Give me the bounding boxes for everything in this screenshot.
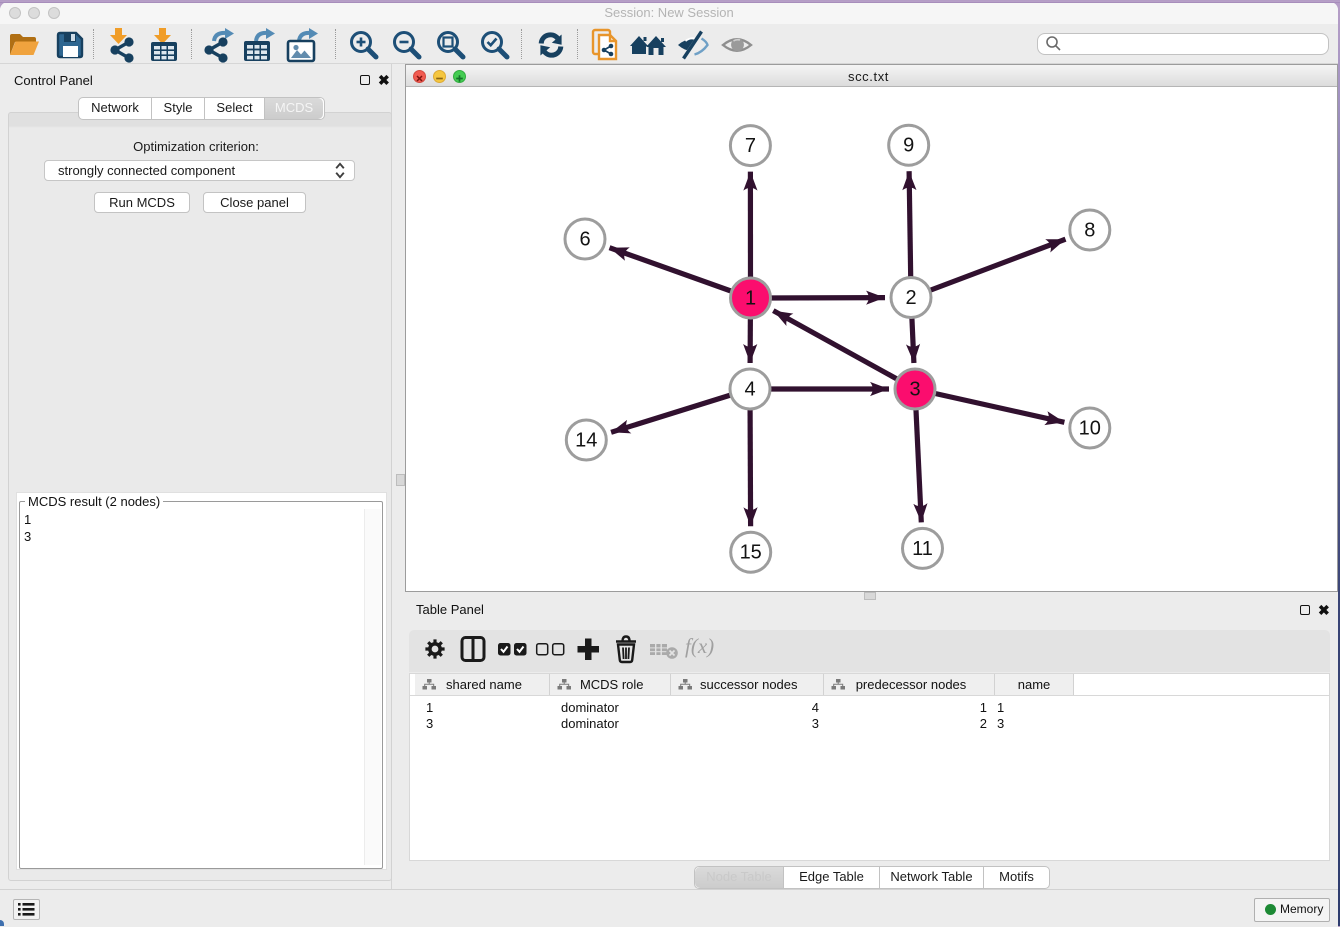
svg-text:3: 3 — [909, 379, 920, 401]
svg-text:10: 10 — [1079, 418, 1101, 440]
svg-text:9: 9 — [903, 135, 914, 157]
svg-text:7: 7 — [745, 135, 756, 157]
svg-text:14: 14 — [575, 430, 597, 452]
svg-text:1: 1 — [745, 288, 756, 310]
svg-text:8: 8 — [1084, 220, 1095, 242]
svg-text:6: 6 — [579, 229, 590, 251]
svg-text:11: 11 — [912, 538, 933, 560]
svg-text:2: 2 — [905, 287, 916, 309]
svg-text:15: 15 — [740, 542, 762, 564]
svg-text:4: 4 — [744, 379, 755, 401]
